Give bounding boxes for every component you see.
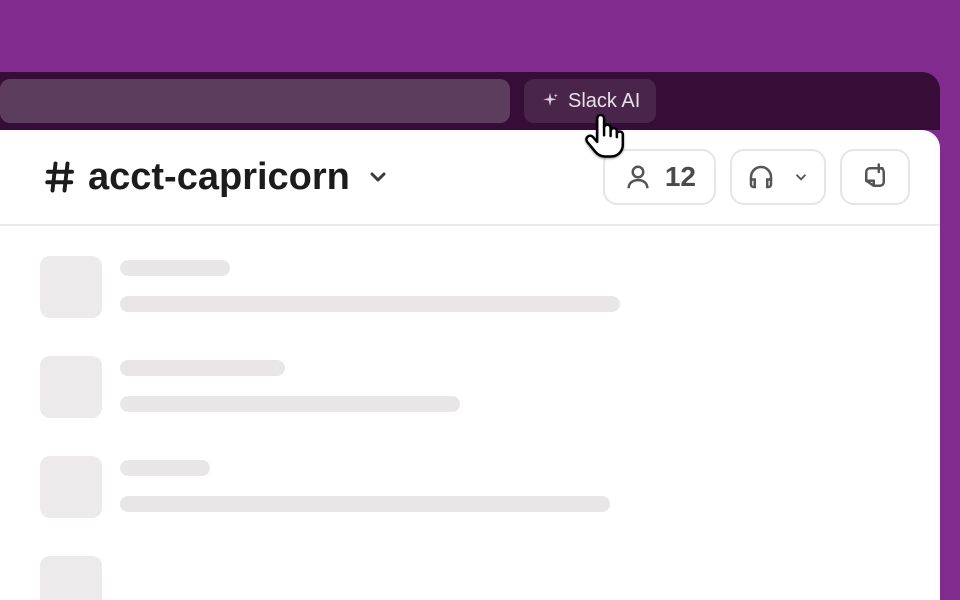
avatar (40, 356, 102, 418)
skeleton-line (120, 260, 230, 276)
avatar (40, 556, 102, 600)
avatar (40, 256, 102, 318)
skeleton-line (120, 460, 210, 476)
message-skeleton (40, 256, 900, 332)
window-topbar: Slack AI (0, 72, 940, 130)
headphones-icon (746, 162, 776, 192)
person-icon (623, 162, 653, 192)
chevron-down-icon (792, 168, 810, 186)
huddle-button[interactable] (730, 149, 826, 205)
slack-ai-button[interactable]: Slack AI (524, 79, 656, 123)
message-skeleton (40, 356, 900, 432)
add-canvas-icon (860, 162, 890, 192)
slack-ai-button-label: Slack AI (568, 90, 640, 113)
channel-pane: acct-capricorn 12 (0, 130, 940, 600)
members-count: 12 (665, 161, 696, 193)
avatar (40, 456, 102, 518)
channel-header: acct-capricorn 12 (0, 130, 940, 226)
skeleton-line (120, 496, 610, 512)
chevron-down-icon (366, 165, 390, 189)
channel-name: acct-capricorn (88, 156, 350, 199)
skeleton-line (120, 360, 285, 376)
message-skeleton (40, 456, 900, 532)
sparkle-icon (540, 91, 560, 111)
skeleton-line (120, 396, 460, 412)
canvas-button[interactable] (840, 149, 910, 205)
search-input[interactable] (0, 79, 510, 123)
members-button[interactable]: 12 (603, 149, 716, 205)
hash-icon (42, 159, 78, 195)
message-skeleton (40, 556, 900, 600)
message-list (0, 226, 940, 600)
channel-title-button[interactable]: acct-capricorn (42, 156, 390, 199)
skeleton-line (120, 296, 620, 312)
